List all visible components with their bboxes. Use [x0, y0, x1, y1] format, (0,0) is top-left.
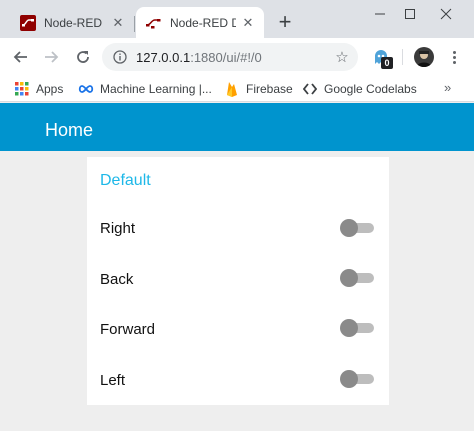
back-button[interactable] [8, 44, 34, 70]
dashboard-header: Home [0, 103, 474, 151]
maximize-icon [405, 9, 415, 19]
bookmark-apps[interactable]: Apps [14, 80, 63, 98]
bookmark-label: Apps [36, 82, 64, 96]
node-red-favicon-icon [146, 15, 162, 31]
profile-avatar[interactable] [414, 47, 434, 67]
browser-menu-button[interactable] [444, 47, 464, 67]
apps-grid-icon [14, 81, 30, 97]
reload-button[interactable] [70, 44, 96, 70]
close-tab-icon[interactable]: ✕ [240, 15, 256, 31]
more-bookmarks-button[interactable]: » [444, 80, 451, 95]
new-tab-button[interactable]: + [274, 11, 296, 33]
close-icon [440, 8, 452, 20]
toolbar-divider [402, 49, 403, 65]
codelabs-icon [302, 81, 318, 97]
site-info-icon[interactable] [112, 49, 128, 65]
tab-title: Node-RED D [170, 15, 236, 30]
minimize-icon [375, 13, 385, 15]
bookmark-label: Firebase [246, 82, 293, 96]
switch-thumb[interactable] [340, 219, 358, 237]
tab-strip: Node-RED ✕ Node-RED D ✕ + [0, 0, 474, 38]
extension-badge: 0 [381, 57, 393, 69]
maximize-window-button[interactable] [392, 0, 428, 28]
close-tab-icon[interactable]: ✕ [110, 15, 126, 31]
browser-toolbar: 127.0.0.1:1880/ui/#!/0 ☆ 0 [0, 38, 474, 76]
bookmark-star-icon[interactable]: ☆ [334, 49, 350, 66]
url-host: 127.0.0.1 [136, 49, 191, 65]
page-title: Home [45, 120, 94, 140]
tab-node-red-dashboard[interactable]: Node-RED D ✕ [136, 7, 264, 38]
switch-label-right: Right [100, 220, 136, 237]
switch-thumb[interactable] [340, 319, 358, 337]
bookmarks-bar: Apps Machine Learning |... Firebase Goog… [0, 76, 474, 102]
firebase-icon [224, 81, 240, 97]
switch-label-back: Back [100, 271, 134, 288]
switch-left[interactable] [340, 369, 374, 389]
tab-node-red[interactable]: Node-RED ✕ [8, 7, 134, 38]
arrow-right-icon [45, 51, 59, 63]
infinity-icon [78, 81, 94, 97]
url-path: :1880/ui/#!/0 [190, 49, 262, 65]
switch-label-forward: Forward [100, 321, 156, 338]
close-window-button[interactable] [428, 0, 464, 28]
switch-label-left: Left [100, 372, 126, 389]
node-red-favicon-icon [20, 14, 36, 31]
switch-forward[interactable] [340, 318, 374, 338]
tab-title: Node-RED [44, 15, 103, 30]
menu-dot [452, 60, 456, 64]
switch-thumb[interactable] [340, 269, 358, 287]
menu-dot [452, 50, 456, 54]
reload-icon [77, 51, 89, 63]
switch-back[interactable] [340, 268, 374, 288]
extension-button[interactable]: 0 [372, 48, 393, 69]
address-bar[interactable]: 127.0.0.1:1880/ui/#!/0 ☆ [102, 43, 358, 71]
bookmark-firebase[interactable]: Firebase [224, 80, 293, 98]
arrow-left-icon [13, 51, 27, 63]
menu-dot [452, 55, 456, 59]
bookmark-label: Google Codelabs [324, 82, 417, 96]
group-title: Default [100, 172, 151, 189]
avatar-icon [417, 51, 431, 67]
tab-divider [134, 16, 135, 32]
switch-thumb[interactable] [340, 370, 358, 388]
bookmark-machine-learning[interactable]: Machine Learning |... [78, 80, 212, 98]
forward-button[interactable] [38, 44, 64, 70]
bookmark-google-codelabs[interactable]: Google Codelabs [302, 80, 417, 98]
bookmark-label: Machine Learning |... [100, 82, 212, 96]
switch-right[interactable] [340, 218, 374, 238]
url-text: 127.0.0.1:1880/ui/#!/0 [136, 50, 262, 65]
